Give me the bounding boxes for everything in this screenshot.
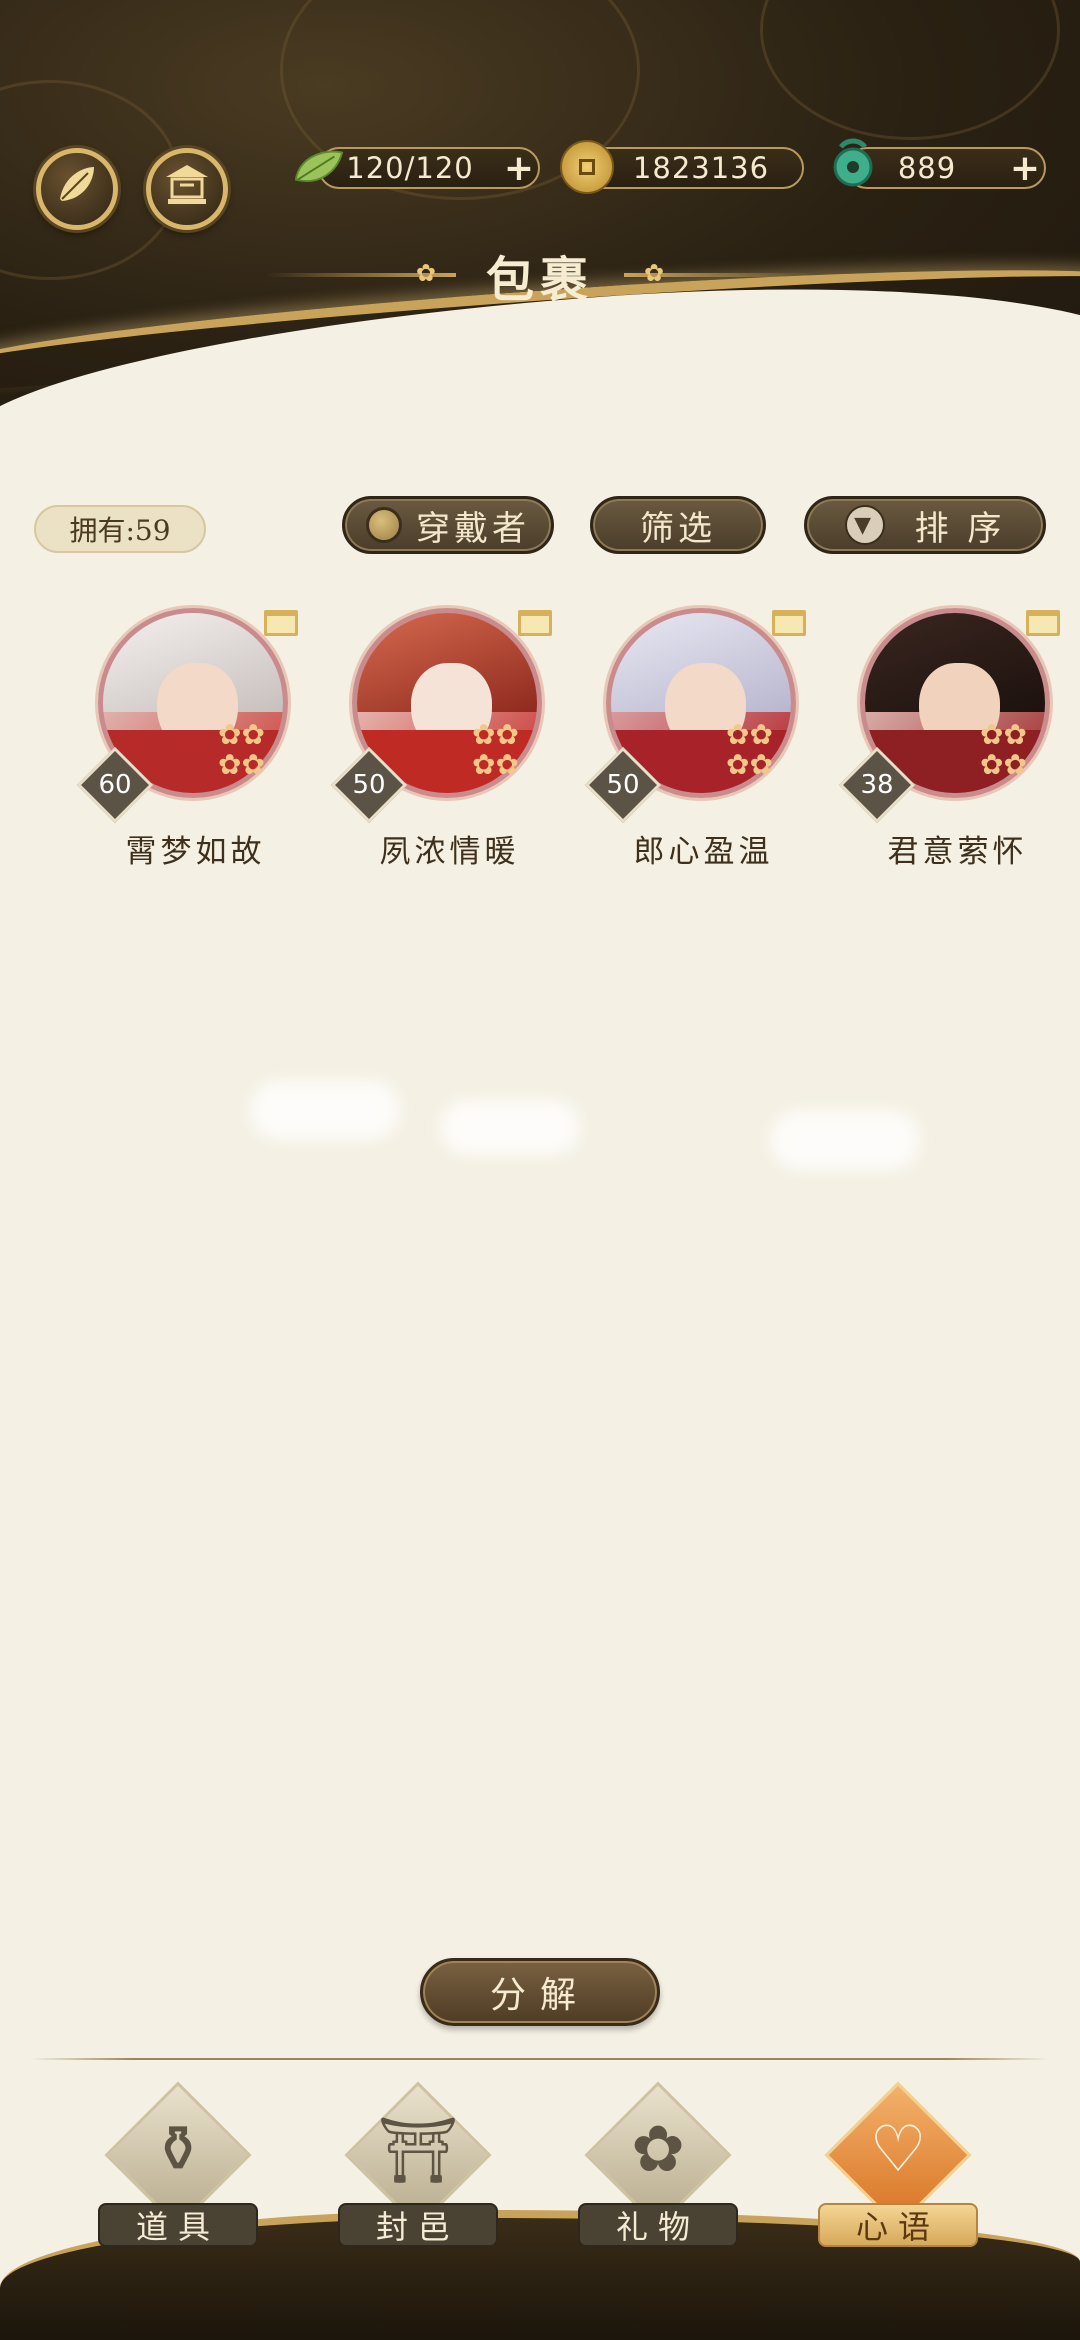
tab-label: 心语	[818, 2203, 978, 2247]
flower-decor-icon: ✿✿ ✿✿	[218, 718, 265, 781]
decor-cloud	[440, 1100, 580, 1155]
coin-icon	[560, 140, 614, 194]
tab-heart-words[interactable]: ♡ 心语	[808, 2081, 988, 2247]
bookmark-tag-icon	[518, 610, 552, 636]
palace-icon: ⛩	[377, 2114, 459, 2188]
tab-gifts[interactable]: ✿ 礼物	[568, 2081, 748, 2247]
level-value: 60	[98, 770, 132, 800]
leaf-icon	[54, 161, 100, 217]
decompose-button[interactable]: 分解	[420, 1958, 660, 2026]
fan-icon: ✿	[631, 2113, 685, 2187]
item-name: 君意萦怀	[887, 834, 1028, 870]
stamina-plus-button[interactable]: +	[500, 148, 538, 189]
item-card[interactable]: ✿✿ ✿✿ 60 霄梦如故	[76, 608, 298, 878]
item-card[interactable]: ✿✿ ✿✿ 50 夙浓情暖	[330, 608, 552, 878]
item-card[interactable]: ✿✿ ✿✿ 38 君意萦怀	[838, 608, 1060, 878]
leaf-stamina-icon	[292, 140, 346, 194]
flower-decor-icon: ✿✿ ✿✿	[726, 718, 773, 781]
tab-label: 道具	[98, 2203, 258, 2247]
level-value: 50	[606, 770, 640, 800]
jade-pendant-icon	[826, 138, 880, 192]
item-card[interactable]: ✿✿ ✿✿ 50 郎心盈温	[584, 608, 806, 878]
bookmark-tag-icon	[1026, 610, 1060, 636]
leaf-menu-button[interactable]	[36, 148, 118, 230]
bookmark-tag-icon	[264, 610, 298, 636]
title-ornament-left: ✿	[265, 259, 456, 287]
level-value: 50	[352, 770, 386, 800]
divider	[30, 2058, 1050, 2060]
bookmark-tag-icon	[772, 610, 806, 636]
filter-label: 筛选	[640, 508, 716, 549]
filter-button[interactable]: 筛选	[590, 496, 766, 554]
sort-label: 排 序	[914, 508, 1006, 549]
wearer-button[interactable]: 穿戴者	[342, 496, 554, 554]
tab-fief[interactable]: ⛩ 封邑	[328, 2081, 508, 2247]
title-ornament-right: ✿	[624, 259, 814, 287]
flower-decor-icon: ✿✿ ✿✿	[472, 718, 519, 781]
title-row: ✿ 包裹 ✿	[0, 240, 1080, 310]
decor-cloud	[770, 1110, 920, 1170]
vase-icon: ⚱	[151, 2113, 205, 2187]
decompose-label: 分解	[489, 1975, 590, 2016]
heart-icon: ♡	[869, 2113, 927, 2187]
jade-plus-button[interactable]: +	[1006, 148, 1044, 189]
pavilion-button[interactable]	[146, 148, 228, 230]
item-name: 夙浓情暖	[379, 834, 520, 870]
stamina-value: 120/120	[346, 151, 474, 185]
decor-cloud	[250, 1080, 400, 1140]
sort-chevron-icon: ▼	[844, 505, 885, 545]
page-title: 包裹	[485, 252, 594, 308]
owned-count-badge: 拥有:59	[34, 505, 206, 553]
wearer-label: 穿戴者	[416, 508, 530, 549]
level-value: 38	[860, 770, 894, 800]
item-name: 霄梦如故	[125, 834, 266, 870]
wearer-toggle-icon	[366, 507, 402, 543]
stamina-bar: 120/120 +	[318, 147, 540, 189]
flower-decor-icon: ✿✿ ✿✿	[980, 718, 1027, 781]
pavilion-icon	[162, 161, 212, 217]
sort-button[interactable]: ▼ 排 序	[804, 496, 1046, 554]
tab-label: 封邑	[338, 2203, 498, 2247]
tab-items[interactable]: ⚱ 道具	[88, 2081, 268, 2247]
tab-label: 礼物	[578, 2203, 738, 2247]
item-name: 郎心盈温	[633, 834, 774, 870]
decor-swirl	[760, 0, 1060, 140]
